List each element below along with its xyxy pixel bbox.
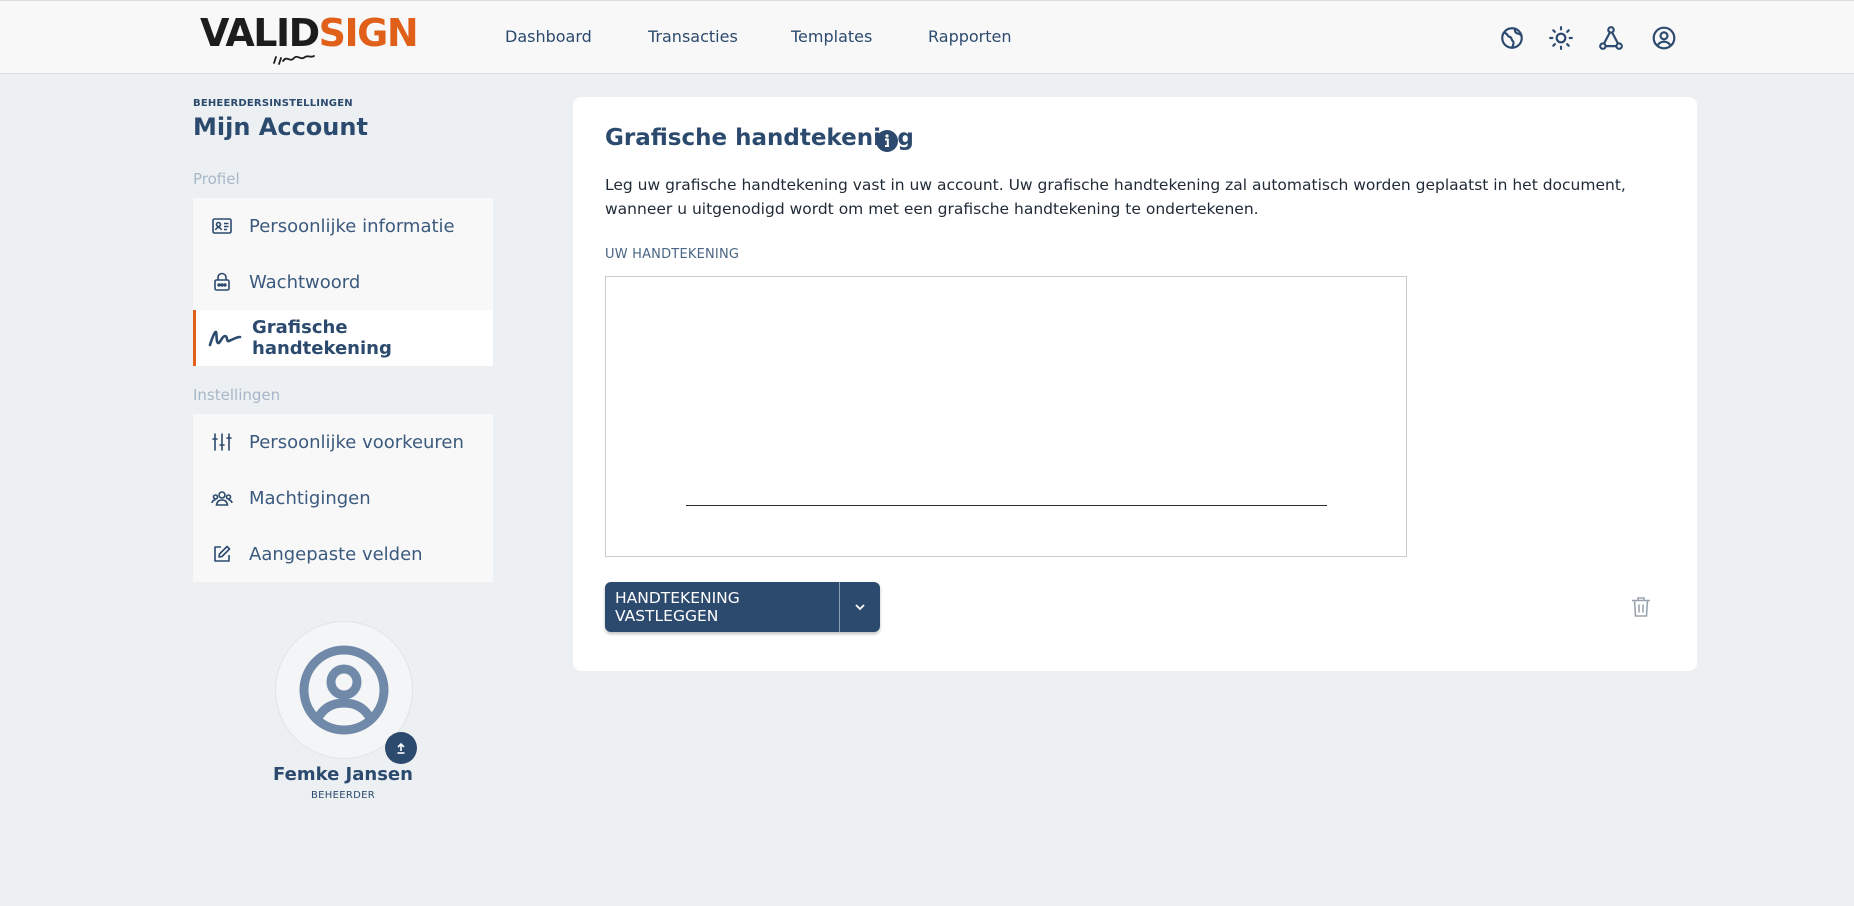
user-circle-icon[interactable] bbox=[1651, 25, 1677, 51]
sidebar-item-wachtwoord[interactable]: Wachtwoord bbox=[193, 254, 493, 310]
logo-text-sign: SIGN bbox=[318, 11, 419, 55]
capture-signature-button[interactable]: HANDTEKENING VASTLEGGEN bbox=[605, 582, 839, 632]
sidebar-item-persoonlijke-informatie[interactable]: Persoonlijke informatie bbox=[193, 198, 493, 254]
sidebar-item-aangepaste-velden[interactable]: Aangepaste velden bbox=[193, 526, 493, 582]
menu-group-profiel: Persoonlijke informatie Wachtwoord Grafi… bbox=[193, 198, 493, 366]
users-icon bbox=[211, 487, 233, 509]
sun-icon[interactable] bbox=[1548, 25, 1574, 51]
user-name: Femke Jansen bbox=[273, 764, 413, 785]
nav-transacties[interactable]: Transacties bbox=[648, 27, 738, 46]
info-icon[interactable] bbox=[875, 129, 899, 153]
id-card-icon bbox=[211, 215, 233, 237]
trash-icon bbox=[1632, 597, 1650, 617]
capture-options-dropdown[interactable] bbox=[840, 582, 880, 632]
sidebar-item-label: Grafische handtekening bbox=[252, 317, 392, 359]
section-label-instellingen: Instellingen bbox=[193, 386, 281, 404]
validsign-logo[interactable]: VALIDSIGN bbox=[200, 11, 419, 67]
card-description: Leg uw grafische handtekening vast in uw… bbox=[605, 176, 1626, 218]
nav-rapporten[interactable]: Rapporten bbox=[928, 27, 1012, 46]
chevron-down-icon bbox=[855, 604, 865, 611]
card-title: Grafische handtekening bbox=[605, 125, 914, 151]
user-avatar-icon bbox=[299, 645, 389, 735]
signature-pad[interactable] bbox=[605, 276, 1407, 557]
sidebar-item-label: Wachtwoord bbox=[249, 271, 361, 293]
upload-icon bbox=[397, 742, 405, 754]
sidebar-item-label: Machtigingen bbox=[249, 487, 371, 509]
sidebar-item-label: Aangepaste velden bbox=[249, 543, 423, 565]
upload-avatar-button[interactable] bbox=[385, 732, 417, 764]
top-navigation-bar: VALIDSIGN Dashboard Transacties Template… bbox=[0, 0, 1854, 74]
signature-baseline bbox=[686, 505, 1327, 506]
section-label-profiel: Profiel bbox=[193, 170, 240, 188]
sliders-icon bbox=[211, 431, 233, 453]
nav-dashboard[interactable]: Dashboard bbox=[505, 27, 592, 46]
network-icon[interactable] bbox=[1598, 25, 1624, 51]
logo-text-valid: VALID bbox=[200, 11, 320, 55]
sidebar-item-machtigingen[interactable]: Machtigingen bbox=[193, 470, 493, 526]
breadcrumb: BEHEERDERSINSTELLINGEN bbox=[193, 98, 353, 109]
sidebar-item-label: Persoonlijke informatie bbox=[249, 215, 455, 237]
sidebar-item-label: Persoonlijke voorkeuren bbox=[249, 431, 464, 453]
signature-icon bbox=[208, 327, 242, 349]
menu-group-instellingen: Persoonlijke voorkeuren Machtigingen Aan… bbox=[193, 414, 493, 582]
page-title: Mijn Account bbox=[193, 113, 368, 141]
nav-templates[interactable]: Templates bbox=[791, 27, 872, 46]
logo-scribble-icon bbox=[273, 55, 315, 65]
sidebar-item-grafische-handtekening[interactable]: Grafische handtekening bbox=[193, 310, 493, 366]
lock-icon bbox=[211, 271, 233, 293]
signature-card: Grafische handtekening Leg uw grafische … bbox=[573, 97, 1697, 671]
edit-icon bbox=[211, 543, 233, 565]
delete-signature-button[interactable] bbox=[1629, 595, 1653, 619]
capture-signature-split-button: HANDTEKENING VASTLEGGEN bbox=[605, 582, 880, 632]
signature-label: UW HANDTEKENING bbox=[605, 247, 740, 262]
globe-icon[interactable] bbox=[1499, 25, 1525, 51]
user-role: BEHEERDER bbox=[311, 790, 375, 801]
sidebar-item-persoonlijke-voorkeuren[interactable]: Persoonlijke voorkeuren bbox=[193, 414, 493, 470]
